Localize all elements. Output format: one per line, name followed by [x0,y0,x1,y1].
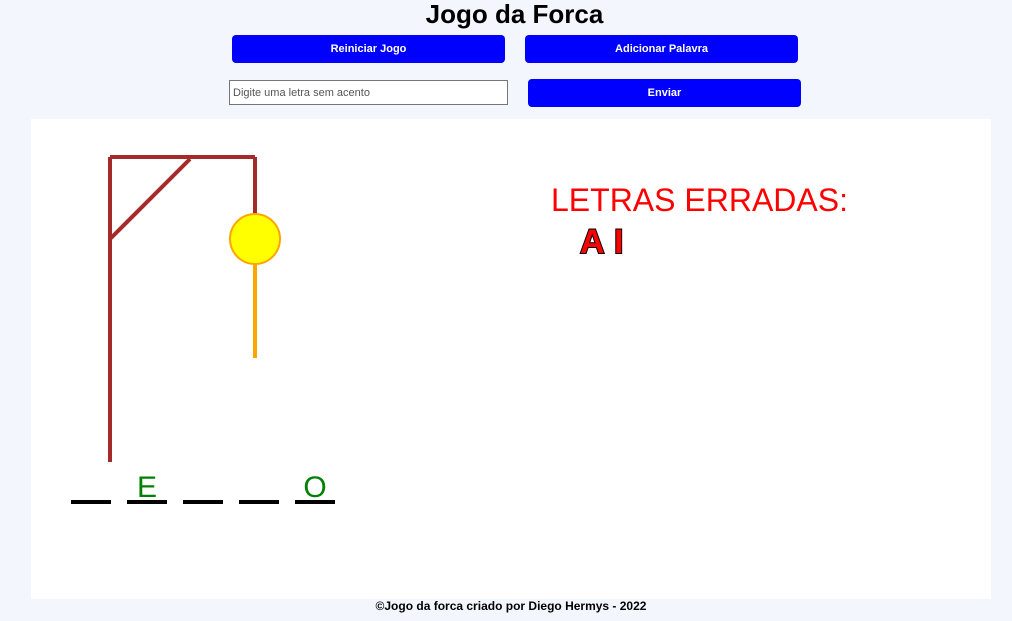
word-slots: EO [71,471,335,504]
wrong-letter: I [614,223,623,261]
page-title: Jogo da Forca [425,0,604,29]
wrong-letters: AI [579,222,624,262]
wrong-letter: A [580,223,605,261]
letter-input[interactable] [229,80,508,105]
word-slot-letter: O [303,471,326,504]
game-board: EO LETRAS ERRADAS: AI [71,155,848,504]
word-slot-letter: E [137,471,157,504]
gallows [108,155,257,462]
submit-letter-button[interactable]: Enviar [528,79,801,107]
restart-game-button[interactable]: Reiniciar Jogo [232,35,505,63]
gallows-brace [108,157,192,241]
game-canvas: EO LETRAS ERRADAS: AI [31,119,991,599]
hangman-head [229,213,281,265]
footer-credits: ©Jogo da forca criado por Diego Hermys -… [375,599,647,613]
add-word-button[interactable]: Adicionar Palavra [525,35,798,63]
wrong-letters-title: LETRAS ERRADAS: [551,182,848,218]
